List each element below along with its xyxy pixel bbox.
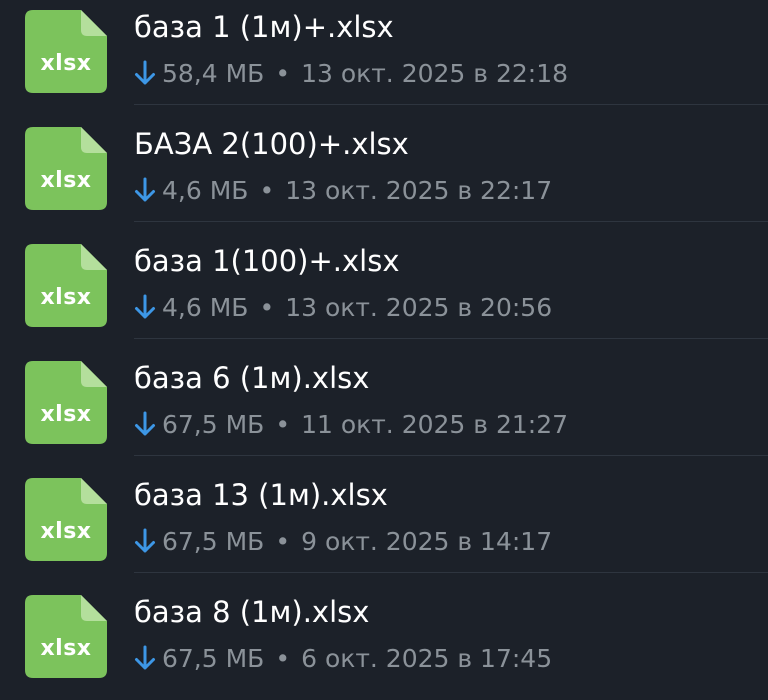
file-date: 13 окт. 2025 в 22:17 xyxy=(285,175,553,205)
file-extension-label: xlsx xyxy=(40,51,92,76)
file-row[interactable]: xlsx БАЗА 2(100)+.xlsx 4,6 МБ • 13 окт. … xyxy=(0,105,768,222)
file-extension-label: xlsx xyxy=(40,168,92,193)
file-name[interactable]: БАЗА 2(100)+.xlsx xyxy=(134,127,409,161)
meta-separator: • xyxy=(275,409,291,439)
meta-separator: • xyxy=(275,526,291,556)
meta-separator: • xyxy=(259,292,275,322)
file-date: 13 окт. 2025 в 22:18 xyxy=(301,58,569,88)
download-arrow-icon[interactable] xyxy=(134,527,156,555)
xlsx-file-icon[interactable]: xlsx xyxy=(25,361,107,444)
file-row[interactable]: xlsx база 1(100)+.xlsx 4,6 МБ • 13 окт. … xyxy=(0,222,768,339)
file-size: 4,6 МБ xyxy=(162,175,249,205)
file-name[interactable]: база 8 (1м).xlsx xyxy=(134,595,369,629)
meta-separator: • xyxy=(275,643,291,673)
file-meta: 67,5 МБ • 11 окт. 2025 в 21:27 xyxy=(134,407,568,441)
file-extension-label: xlsx xyxy=(40,285,92,310)
file-size: 67,5 МБ xyxy=(162,643,265,673)
file-meta: 67,5 МБ • 9 окт. 2025 в 14:17 xyxy=(134,524,552,558)
file-size: 67,5 МБ xyxy=(162,526,265,556)
file-name[interactable]: база 1(100)+.xlsx xyxy=(134,244,400,278)
file-row[interactable]: xlsx база 13 (1м).xlsx 67,5 МБ • 9 окт. … xyxy=(0,456,768,573)
file-row[interactable]: xlsx база 6 (1м).xlsx 67,5 МБ • 11 окт. … xyxy=(0,339,768,456)
file-extension-label: xlsx xyxy=(40,402,92,427)
file-meta: 58,4 МБ • 13 окт. 2025 в 22:18 xyxy=(134,56,568,90)
file-size: 4,6 МБ xyxy=(162,292,249,322)
file-meta: 4,6 МБ • 13 окт. 2025 в 22:17 xyxy=(134,173,552,207)
file-size: 67,5 МБ xyxy=(162,409,265,439)
file-size: 58,4 МБ xyxy=(162,58,265,88)
download-arrow-icon[interactable] xyxy=(134,176,156,204)
file-name[interactable]: база 1 (1м)+.xlsx xyxy=(134,10,394,44)
file-name[interactable]: база 13 (1м).xlsx xyxy=(134,478,388,512)
file-extension-label: xlsx xyxy=(40,519,92,544)
meta-separator: • xyxy=(275,58,291,88)
xlsx-file-icon[interactable]: xlsx xyxy=(25,478,107,561)
file-row[interactable]: xlsx база 1 (1м)+.xlsx 58,4 МБ • 13 окт.… xyxy=(0,0,768,105)
file-meta: 67,5 МБ • 6 окт. 2025 в 17:45 xyxy=(134,641,552,675)
download-arrow-icon[interactable] xyxy=(134,644,156,672)
file-list: xlsx база 1 (1м)+.xlsx 58,4 МБ • 13 окт.… xyxy=(0,0,768,700)
xlsx-file-icon[interactable]: xlsx xyxy=(25,10,107,93)
file-row[interactable]: xlsx база 8 (1м).xlsx 67,5 МБ • 6 окт. 2… xyxy=(0,573,768,690)
file-meta: 4,6 МБ • 13 окт. 2025 в 20:56 xyxy=(134,290,552,324)
file-date: 6 окт. 2025 в 17:45 xyxy=(301,643,553,673)
file-date: 9 окт. 2025 в 14:17 xyxy=(301,526,553,556)
xlsx-file-icon[interactable]: xlsx xyxy=(25,595,107,678)
meta-separator: • xyxy=(259,175,275,205)
file-name[interactable]: база 6 (1м).xlsx xyxy=(134,361,369,395)
file-date: 13 окт. 2025 в 20:56 xyxy=(285,292,553,322)
xlsx-file-icon[interactable]: xlsx xyxy=(25,244,107,327)
download-arrow-icon[interactable] xyxy=(134,410,156,438)
download-arrow-icon[interactable] xyxy=(134,293,156,321)
file-extension-label: xlsx xyxy=(40,636,92,661)
xlsx-file-icon[interactable]: xlsx xyxy=(25,127,107,210)
file-date: 11 окт. 2025 в 21:27 xyxy=(301,409,569,439)
download-arrow-icon[interactable] xyxy=(134,59,156,87)
